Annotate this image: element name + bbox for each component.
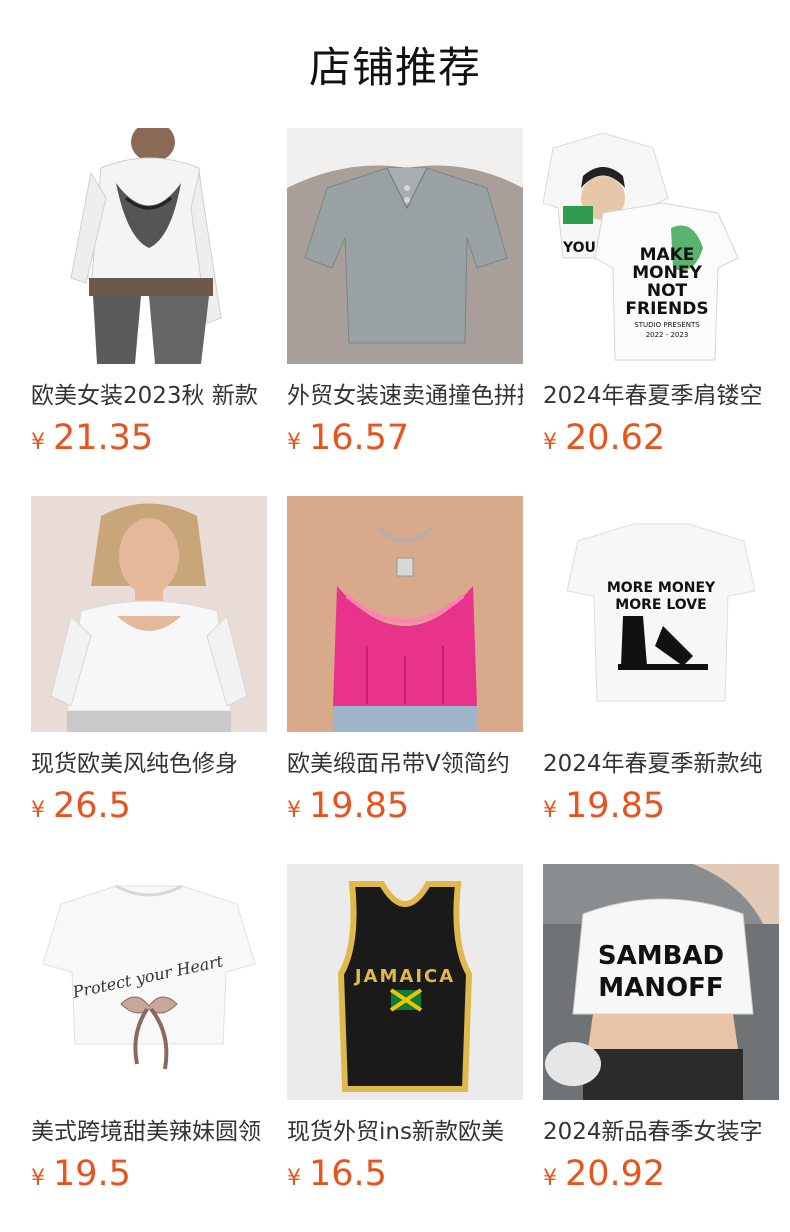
product-photo-white-sweetheart-top [31,496,267,732]
price-value: 20.62 [565,418,666,458]
print-text: JAMAICA [353,966,455,987]
print-text: STUDIO PRESENTS [634,321,700,329]
recommend-page: 店铺推荐 欧美女装2023秋 新款 ¥21.35 外贸女装速卖通撞色拼接 ¥ 1… [0,0,790,1232]
currency-symbol: ¥ [287,1166,301,1191]
product-photo-more-money-tee: MORE MONEY MORE LOVE [543,496,779,732]
price-value: 26.5 [53,786,131,826]
print-text: SAMBAD [598,941,724,971]
product-card[interactable]: 欧美女装2023秋 新款 ¥21.35 [31,128,267,458]
price-value: 19.85 [565,786,666,826]
product-image[interactable]: MORE MONEY MORE LOVE [543,496,779,732]
currency-symbol: ¥ [543,1166,557,1191]
product-name: 美式跨境甜美辣妹圆领 [31,1119,261,1145]
product-name: 现货欧美风纯色修身 [31,751,238,777]
product-name: 2024年春夏季新款纯 [543,751,763,777]
product-photo-bow-crop-tee: Protect your Heart [31,864,267,1100]
product-photo-slogan-crop-tee: SAMBAD MANOFF [543,864,779,1100]
currency-symbol: ¥ [31,1166,45,1191]
product-image[interactable] [31,128,267,364]
print-text: MONEY [632,263,702,283]
product-card[interactable]: MORE MONEY MORE LOVE 2024年春夏季新款纯 ¥19.85 [543,496,779,826]
product-price: ¥20.62 [543,418,779,458]
product-price: ¥20.92 [543,1154,779,1194]
print-text: NOT [647,281,688,301]
product-price: ¥16.5 [287,1154,523,1194]
product-price: ¥19.85 [287,786,523,826]
product-name: 现货外贸ins新款欧美 [287,1119,504,1145]
product-card[interactable]: SAMBAD MANOFF 2024新品春季女装字 ¥20.92 [543,864,779,1194]
product-card[interactable]: 欧美缎面吊带V领简约 ¥19.85 [287,496,523,826]
product-photo-make-money-tees: YOUR MAKE MONEY NOT FRIENDS STUDIO PRESE… [543,128,779,364]
product-card[interactable]: 现货欧美风纯色修身 ¥26.5 [31,496,267,826]
print-text: MAKE [640,245,695,265]
product-image[interactable] [287,496,523,732]
price-value: 16.57 [309,418,410,458]
currency-symbol: ¥ [543,430,557,455]
product-image[interactable] [287,128,523,364]
product-image[interactable]: JAMAICA [287,864,523,1100]
product-price: ¥19.85 [543,786,779,826]
product-card[interactable]: 外贸女装速卖通撞色拼接 ¥16.57 [287,128,523,458]
product-photo-grey-polo [287,128,523,364]
price-value: 19.5 [53,1154,131,1194]
print-text: MORE MONEY [607,580,716,596]
price-value: 21.35 [53,418,154,458]
currency-symbol: ¥ [31,798,45,823]
product-price: ¥16.57 [287,418,523,458]
product-card[interactable]: YOUR MAKE MONEY NOT FRIENDS STUDIO PRESE… [543,128,779,458]
print-text: FRIENDS [625,299,708,319]
print-text: MANOFF [598,973,723,1003]
product-price: ¥21.35 [31,418,267,458]
product-card[interactable]: Protect your Heart 美式跨境甜美辣妹圆领 ¥19.5 [31,864,267,1194]
product-image[interactable]: YOUR MAKE MONEY NOT FRIENDS STUDIO PRESE… [543,128,779,364]
currency-symbol: ¥ [287,798,301,823]
product-name: 欧美缎面吊带V领简约 [287,751,510,777]
print-text: 2022 - 2023 [646,331,689,339]
price-value: 19.85 [309,786,410,826]
product-name: 欧美女装2023秋 新款 [31,383,258,409]
currency-symbol: ¥ [287,430,301,455]
product-name: 外贸女装速卖通撞色拼接 [287,383,523,409]
currency-symbol: ¥ [31,430,45,455]
product-image[interactable]: SAMBAD MANOFF [543,864,779,1100]
price-value: 20.92 [565,1154,666,1194]
product-photo-longsleeve-print [31,128,267,364]
print-text: MORE LOVE [615,597,706,613]
product-grid: 欧美女装2023秋 新款 ¥21.35 外贸女装速卖通撞色拼接 ¥16.57 Y… [31,128,779,1194]
currency-symbol: ¥ [543,798,557,823]
product-name: 2024年春夏季肩镂空 [543,383,763,409]
product-price: ¥19.5 [31,1154,267,1194]
price-value: 16.5 [309,1154,387,1194]
page-title: 店铺推荐 [308,43,481,92]
product-card[interactable]: JAMAICA 现货外贸ins新款欧美 ¥16.5 [287,864,523,1194]
product-image[interactable]: Protect your Heart [31,864,267,1100]
product-image[interactable] [31,496,267,732]
product-name: 2024新品春季女装字 [543,1119,763,1145]
product-photo-jamaica-tank: JAMAICA [287,864,523,1100]
product-price: ¥26.5 [31,786,267,826]
product-photo-pink-satin-cami [287,496,523,732]
